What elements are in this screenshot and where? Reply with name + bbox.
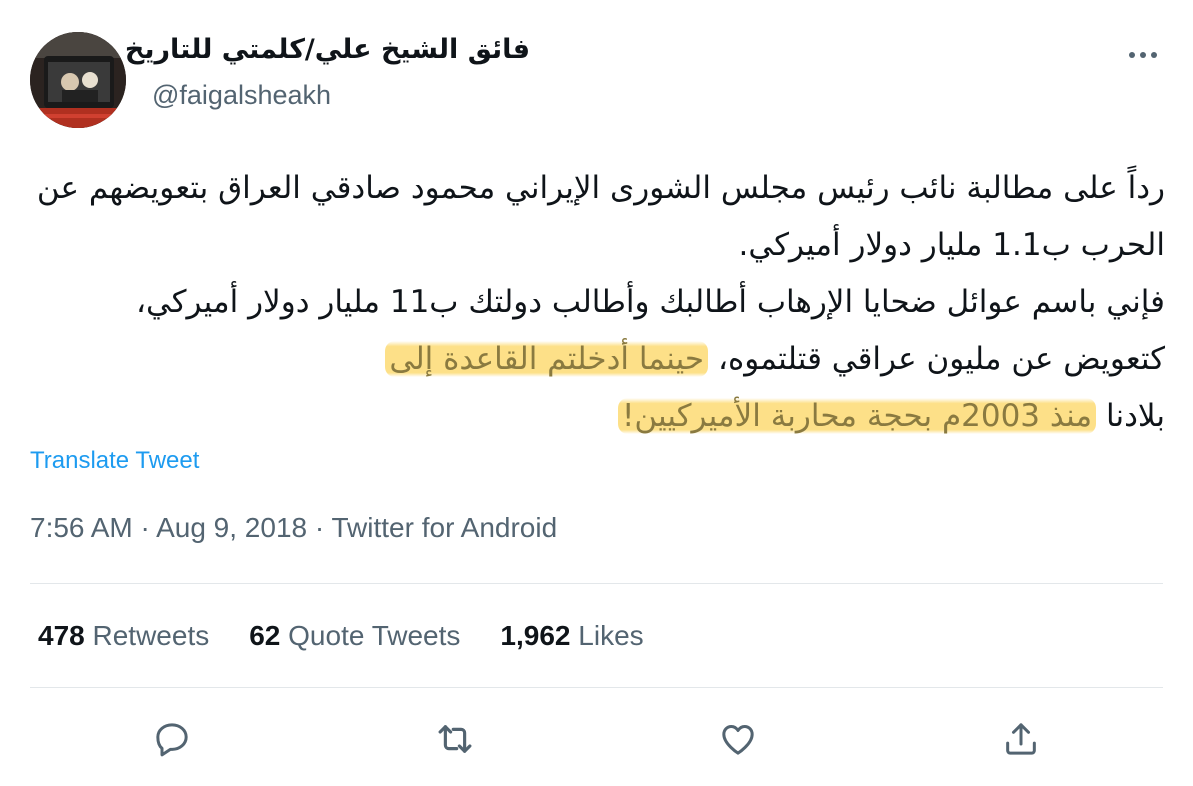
retweet-icon — [438, 725, 472, 753]
tweet-paragraph-1: رداً على مطالبة نائب رئيس مجلس الشورى ال… — [36, 170, 1165, 263]
likes-label: Likes — [578, 620, 644, 651]
meta-separator: · — [140, 512, 150, 543]
more-options-button[interactable] — [1120, 40, 1166, 70]
share-button[interactable] — [997, 715, 1045, 763]
like-button[interactable] — [714, 715, 762, 763]
likes-count: 1,962 — [500, 620, 571, 651]
tweet-stats: 478 Retweets 62 Quote Tweets 1,962 Likes — [38, 620, 644, 652]
tweet-text: رداً على مطالبة نائب رئيس مجلس الشورى ال… — [30, 160, 1165, 445]
divider — [30, 583, 1163, 584]
avatar[interactable] — [30, 32, 126, 128]
quote-tweets-stat[interactable]: 62 Quote Tweets — [249, 620, 460, 652]
reply-button[interactable] — [148, 715, 196, 763]
tweet-date[interactable]: Aug 9, 2018 — [156, 512, 307, 543]
tweet-paragraph-2: فإني باسم عوائل ضحايا الإرهاب أطالبك وأط… — [30, 274, 1165, 445]
tweet-card: فائق الشيخ علي/كلمتي للتاريخ @faigalshea… — [0, 0, 1193, 786]
highlighted-text: حينما أدخلتم القاعدة إلى — [385, 341, 709, 377]
share-icon — [1006, 723, 1036, 755]
translate-tweet-link[interactable]: Translate Tweet — [30, 447, 199, 475]
highlighted-text: منذ 2003م بحجة محاربة الأميركيين! — [617, 398, 1097, 434]
tweet-source[interactable]: Twitter for Android — [332, 512, 558, 543]
action-bar — [0, 715, 1193, 763]
display-name[interactable]: فائق الشيخ علي/كلمتي للتاريخ — [125, 34, 530, 65]
tweet-meta: 7:56 AM · Aug 9, 2018 · Twitter for Andr… — [30, 512, 557, 544]
user-handle[interactable]: @faigalsheakh — [152, 80, 331, 111]
retweets-count: 478 — [38, 620, 85, 651]
divider — [30, 687, 1163, 688]
heart-icon — [722, 725, 754, 755]
retweets-label: Retweets — [92, 620, 210, 651]
likes-stat[interactable]: 1,962 Likes — [500, 620, 643, 652]
tweet-paragraph-2-continued: بلادنا — [1096, 398, 1165, 434]
meta-separator: · — [314, 512, 325, 543]
quote-tweets-count: 62 — [249, 620, 281, 651]
quote-tweets-label: Quote Tweets — [288, 620, 461, 651]
tweet-time[interactable]: 7:56 AM — [30, 512, 133, 543]
retweets-stat[interactable]: 478 Retweets — [38, 620, 209, 652]
retweet-button[interactable] — [431, 715, 479, 763]
more-icon — [1129, 52, 1135, 58]
reply-icon — [156, 723, 188, 757]
